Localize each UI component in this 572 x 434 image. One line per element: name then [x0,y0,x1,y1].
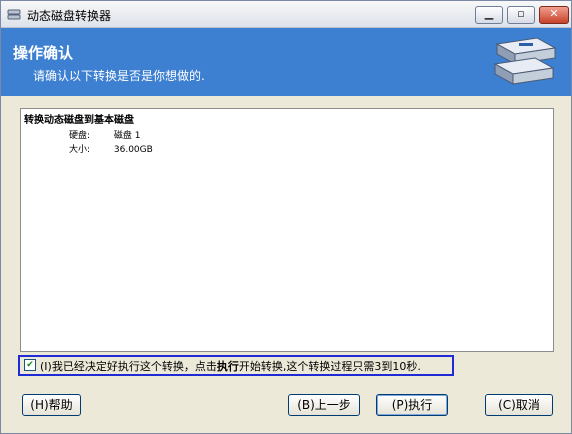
help-button[interactable]: (H)帮助 [22,394,81,416]
close-button[interactable]: ✕ [539,6,569,24]
content-area: 转换动态磁盘到基本磁盘 硬盘: 磁盘 1 大小: 36.00GB ✔ (I)我已… [1,96,571,433]
maximize-button[interactable]: ▫ [507,6,535,24]
info-value: 36.00GB [113,145,153,155]
operation-info-panel: 转换动态磁盘到基本磁盘 硬盘: 磁盘 1 大小: 36.00GB [20,108,554,352]
back-button[interactable]: (B)上一步 [288,394,360,416]
info-label: 硬盘: [69,131,91,141]
cancel-button[interactable]: (C)取消 [485,394,553,416]
info-row-size: 大小: 36.00GB [69,142,153,155]
banner-title: 操作确认 [13,44,74,62]
confirm-option[interactable]: ✔ (I)我已经决定好执行这个转换，点击执行开始转换,这个转换过程只需3到10秒… [18,355,454,376]
minimize-button[interactable]: ▁ [475,6,503,24]
disk-convert-icon [493,37,557,85]
title-bar[interactable]: 动态磁盘转换器 ▁ ▫ ✕ [1,1,571,28]
app-disk-icon [7,9,21,20]
info-row-disk: 硬盘: 磁盘 1 [69,128,140,141]
info-value: 磁盘 1 [113,131,141,141]
dialog-window: 动态磁盘转换器 ▁ ▫ ✕ 操作确认 请确认以下转换是否是你想做的. 转换动态磁… [0,0,572,434]
execute-button[interactable]: (P)执行 [376,394,448,416]
window-title: 动态磁盘转换器 [27,9,112,23]
confirm-text-before: (I)我已经决定好执行这个转换，点击 [40,360,217,373]
confirm-label[interactable]: (I)我已经决定好执行这个转换，点击执行开始转换,这个转换过程只需3到10秒. [40,358,421,374]
confirm-checkbox[interactable]: ✔ [24,359,36,371]
confirm-text-after: 开始转换,这个转换过程只需3到10秒. [238,360,421,373]
confirm-text-bold: 执行 [216,360,239,373]
info-label: 大小: [69,145,91,155]
banner-subtitle: 请确认以下转换是否是你想做的. [33,69,205,83]
operation-title: 转换动态磁盘到基本磁盘 [24,115,134,126]
header-banner: 操作确认 请确认以下转换是否是你想做的. [1,28,571,96]
